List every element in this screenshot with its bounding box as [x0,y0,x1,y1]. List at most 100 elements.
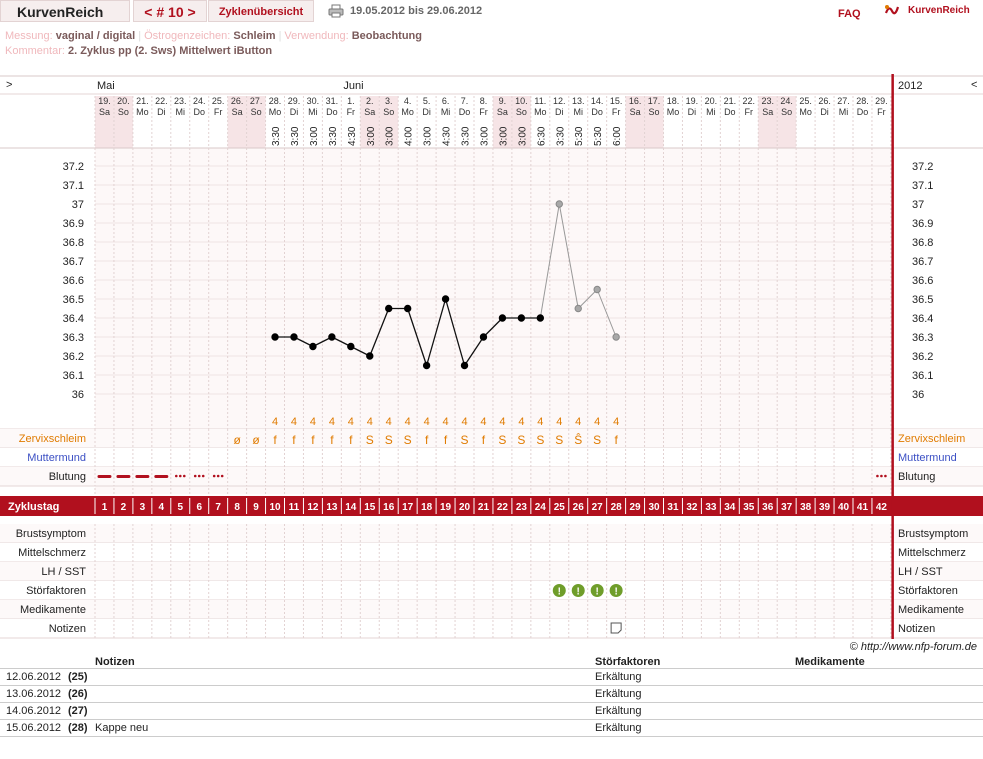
printer-icon[interactable] [328,4,344,18]
temp-point[interactable] [309,342,317,351]
cycle-day-number: 32 [686,502,698,513]
day-weekday: Do [724,107,736,117]
mucus-mark: Ŝ [574,432,582,447]
temp-point[interactable] [460,361,469,370]
table-row: 12.06.2012 (25) Erkältung [0,669,983,686]
temp-point[interactable] [479,333,488,341]
y-tick-right: 36.7 [912,256,933,268]
measure-time: 3:30 [461,126,472,146]
temp-point[interactable] [612,333,620,341]
mucus-intensity-mark: 4 [272,416,278,428]
day-weekday: Di [555,107,564,117]
row-day: (27) [68,705,88,717]
cycle-day-number: 1 [102,502,108,513]
day-weekday: So [781,107,792,117]
brand-link[interactable]: KurvenReich [908,5,970,16]
day-weekday: Mo [534,107,547,117]
row-label-left: Notizen [49,623,86,635]
temp-point[interactable] [593,285,601,294]
bleeding-strong-mark [135,475,150,478]
faq-link[interactable]: FAQ [838,8,861,20]
mucus-intensity-mark: 4 [556,416,562,428]
day-weekday: Do [857,107,869,117]
temp-point[interactable] [422,361,431,370]
bleeding-light-mark [174,474,178,478]
mucus-mark: S [555,433,563,447]
bleeding-light-mark [884,474,887,478]
cycle-date-range: 19.05.2012 bis 29.06.2012 [350,5,483,17]
temp-point[interactable] [555,200,563,208]
temp-point[interactable] [536,314,545,322]
mucus-intensity-mark: 4 [291,416,297,428]
disturb-header: Störfaktoren [595,656,661,668]
temp-point[interactable] [403,304,412,313]
next-cycle-arrow[interactable]: < [971,79,977,91]
day-weekday: Fr [612,107,621,117]
y-tick-left: 36.7 [63,256,84,268]
copyright: © http://www.nfp-forum.de [849,641,977,653]
mucus-mark: S [385,433,393,447]
measure-time: 4:00 [404,126,415,146]
day-date: 28. [856,96,869,106]
day-date: 8. [480,96,488,106]
temp-point[interactable] [441,295,450,303]
measure-time: 3:00 [309,126,320,146]
estrogen-label: Östrogenzeichen: [144,30,231,42]
y-tick-right: 36.9 [912,218,933,230]
day-weekday: Mi [308,107,318,117]
cycle-day-number: 26 [573,502,585,513]
notes-header: Notizen [95,656,135,668]
cycle-day-number: 3 [140,502,146,513]
temp-point[interactable] [271,333,279,341]
cycle-overview-link[interactable]: Zyklenübersicht [208,0,314,22]
temp-point[interactable] [366,352,374,360]
cycle-day-number: 39 [819,502,831,513]
temp-point[interactable] [574,304,582,313]
mucus-intensity-mark: 4 [367,416,373,428]
day-date: 29. [875,96,888,106]
prev-cycle-arrow[interactable]: > [6,79,12,91]
cycle-navigator[interactable]: < # 10 > [133,0,207,22]
bleeding-light-mark [880,474,883,478]
cycle-day-number: 20 [459,502,471,513]
y-tick-right: 36.4 [912,313,933,325]
mucus-intensity-mark: 4 [348,416,354,428]
row-label-right: Zervixschleim [898,433,965,445]
day-date: 24. [780,96,793,106]
day-weekday: Mi [706,107,716,117]
temp-point[interactable] [328,333,336,341]
cycle-day-number: 21 [478,502,490,513]
note-icon[interactable] [610,622,622,634]
day-date: 23. [174,96,187,106]
bleeding-strong-mark [97,475,112,478]
day-date: 21. [724,96,737,106]
temp-point[interactable] [347,342,355,351]
measure-time: 3:00 [423,126,434,146]
day-date: 11. [534,96,546,106]
cycle-day-number: 22 [497,502,509,513]
cycle-day-number: 19 [440,502,452,513]
temp-point[interactable] [290,333,298,341]
temp-point[interactable] [498,314,507,322]
cycle-end-divider [891,74,894,639]
temp-point[interactable] [385,304,393,313]
day-weekday: Di [688,107,697,117]
kurvenreich-logo-icon[interactable] [884,3,900,19]
mucus-intensity-mark: 4 [443,416,449,428]
temp-point[interactable] [517,314,526,322]
day-date: 27. [837,96,850,106]
row-bg [0,543,983,562]
y-tick-left: 36.4 [63,313,84,325]
row-bg [0,619,983,638]
row-label-left: Mittelschmerz [18,547,86,559]
bleeding-light-mark [178,474,182,478]
cycle-day-number: 40 [838,502,850,513]
y-tick-right: 36 [912,389,924,401]
row-label-right: Blutung [898,471,935,483]
notes-table-header: Notizen Störfaktoren Medikamente [0,654,983,669]
day-weekday: Mi [573,107,583,117]
mucus-intensity-mark: 4 [461,416,467,428]
cycle-day-number: 14 [345,502,357,513]
day-date: 5. [423,96,431,106]
day-weekday: Mo [136,107,149,117]
